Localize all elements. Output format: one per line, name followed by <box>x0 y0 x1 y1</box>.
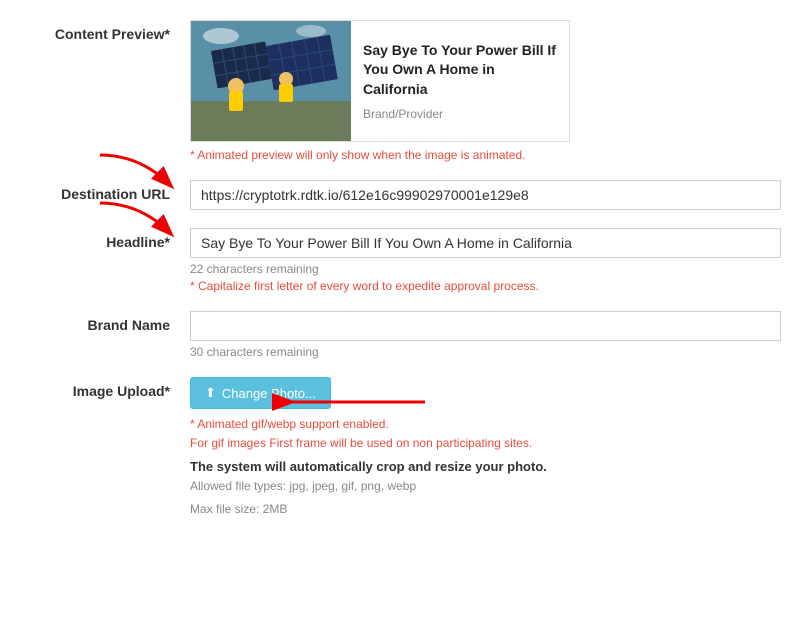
headline-label: Headline* <box>30 228 190 250</box>
destination-url-label: Destination URL <box>30 180 190 202</box>
animated-gif-note2: For gif images First frame will be used … <box>190 436 532 450</box>
preview-image <box>191 21 351 141</box>
crop-note: The system will automatically crop and r… <box>190 459 781 474</box>
animated-preview-note: * Animated preview will only show when t… <box>190 148 781 162</box>
preview-card: Say Bye To Your Power Bill If You Own A … <box>190 20 570 142</box>
destination-url-row: Destination URL <box>30 180 781 210</box>
image-upload-label: Image Upload* <box>30 377 190 399</box>
image-upload-content: ⬆ Change Photo... * Animated gif/webp su… <box>190 377 781 519</box>
destination-url-input[interactable] <box>190 180 781 210</box>
max-file-size: Max file size: 2MB <box>190 500 781 519</box>
destination-url-content[interactable] <box>190 180 781 210</box>
allowed-types: Allowed file types: jpg, jpeg, gif, png,… <box>190 477 781 496</box>
brand-char-remaining: 30 characters remaining <box>190 345 781 359</box>
content-preview-label: Content Preview* <box>30 20 190 42</box>
headline-row: Headline* 22 characters remaining * Capi… <box>30 228 781 293</box>
headline-input[interactable] <box>190 228 781 258</box>
preview-title: Say Bye To Your Power Bill If You Own A … <box>363 41 557 100</box>
brand-name-content: 30 characters remaining <box>190 311 781 359</box>
image-upload-row: Image Upload* ⬆ Change Photo... * Animat… <box>30 377 781 519</box>
upload-animated-note: * Animated gif/webp support enabled. For… <box>190 415 781 453</box>
change-photo-button[interactable]: ⬆ Change Photo... <box>190 377 331 409</box>
headline-content: 22 characters remaining * Capitalize fir… <box>190 228 781 293</box>
brand-name-input[interactable] <box>190 311 781 341</box>
headline-char-remaining: 22 characters remaining <box>190 262 781 276</box>
animated-gif-note1: * Animated gif/webp support enabled. <box>190 417 389 431</box>
upload-icon: ⬆ <box>205 385 216 401</box>
brand-name-row: Brand Name 30 characters remaining <box>30 311 781 359</box>
brand-name-label: Brand Name <box>30 311 190 333</box>
headline-capitalize-note: * Capitalize first letter of every word … <box>190 279 781 293</box>
preview-brand: Brand/Provider <box>363 107 557 121</box>
change-photo-label: Change Photo... <box>222 386 316 401</box>
preview-text-area: Say Bye To Your Power Bill If You Own A … <box>351 21 569 141</box>
content-preview-row: Content Preview* <box>30 20 781 162</box>
content-preview-content: Say Bye To Your Power Bill If You Own A … <box>190 20 781 162</box>
